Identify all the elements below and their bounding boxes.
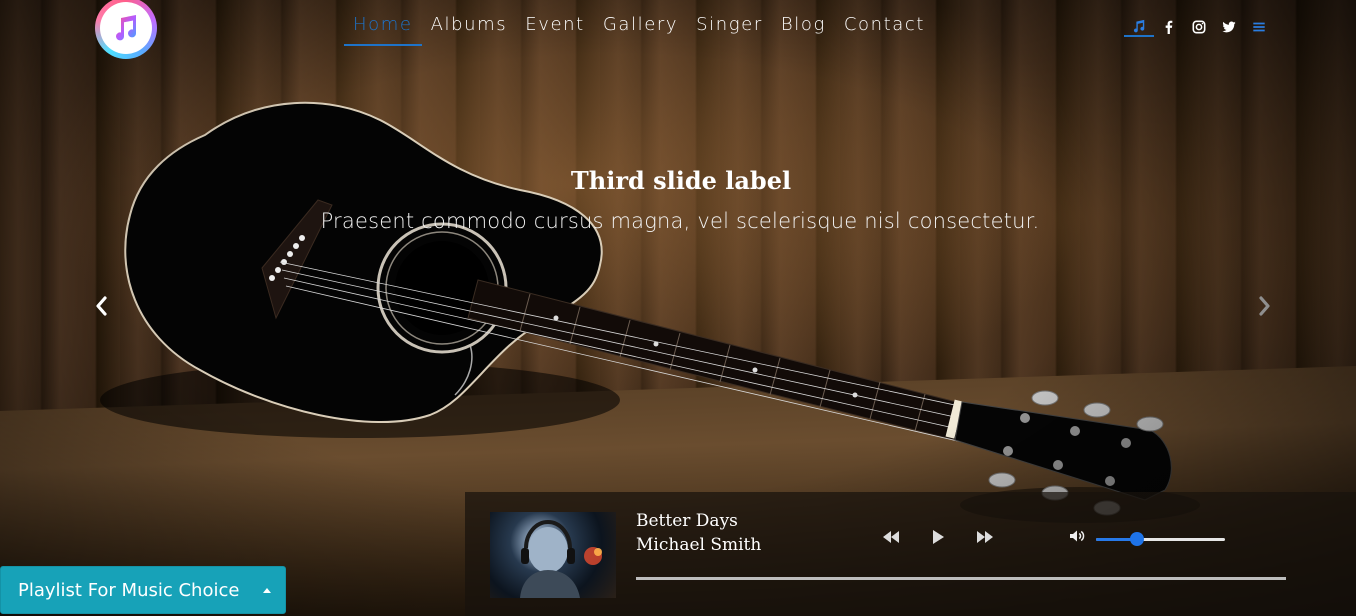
social-links — [1124, 17, 1274, 37]
fast-forward-button[interactable] — [973, 526, 997, 548]
track-artist: Michael Smith — [636, 535, 762, 555]
brand-logo[interactable] — [95, 0, 157, 59]
nav-gallery[interactable]: Gallery — [594, 14, 687, 46]
facebook-icon — [1165, 20, 1173, 34]
twitter-icon — [1222, 21, 1236, 33]
slide-text: Praesent commodo cursus magna, vel scele… — [320, 209, 1040, 233]
twitter-link[interactable] — [1214, 17, 1244, 37]
volume-icon[interactable] — [1069, 529, 1085, 543]
playlist-toggle-button[interactable]: Playlist For Music Choice — [0, 566, 286, 614]
instagram-icon — [1192, 20, 1206, 34]
music-note-icon — [116, 15, 137, 41]
facebook-link[interactable] — [1154, 17, 1184, 37]
caret-up-icon — [263, 587, 271, 593]
rewind-button[interactable] — [879, 526, 903, 548]
music-note-icon — [1133, 19, 1145, 33]
track-progress-bar[interactable] — [636, 577, 1286, 580]
menu-icon — [1253, 22, 1265, 32]
play-button[interactable] — [926, 526, 950, 548]
main-nav: Home Albums Event Gallery Singer Blog Co… — [344, 14, 934, 46]
nav-albums[interactable]: Albums — [422, 14, 517, 46]
nav-home[interactable]: Home — [344, 14, 422, 46]
nav-contact[interactable]: Contact — [835, 14, 934, 46]
nav-blog[interactable]: Blog — [772, 14, 835, 46]
instagram-link[interactable] — [1184, 17, 1214, 37]
album-art — [490, 512, 616, 598]
carousel-caption: Third slide label Praesent commodo cursu… — [0, 166, 1356, 233]
nav-event[interactable]: Event — [516, 14, 594, 46]
volume-thumb[interactable] — [1130, 532, 1145, 546]
music-player: Better Days Michael Smith — [465, 492, 1356, 616]
menu-toggle[interactable] — [1244, 17, 1274, 37]
carousel-prev-button[interactable] — [89, 293, 115, 319]
chevron-left-icon — [96, 296, 107, 316]
rewind-icon — [883, 531, 899, 543]
music-link[interactable] — [1124, 17, 1154, 37]
nav-singer[interactable]: Singer — [687, 14, 772, 46]
track-title: Better Days — [636, 511, 738, 531]
fast-forward-icon — [977, 531, 993, 543]
playlist-label: Playlist For Music Choice — [18, 579, 240, 601]
chevron-right-icon — [1259, 296, 1270, 316]
volume-slider[interactable] — [1096, 532, 1225, 546]
play-icon — [933, 530, 944, 544]
slide-title: Third slide label — [570, 166, 792, 195]
carousel-next-button[interactable] — [1251, 293, 1277, 319]
